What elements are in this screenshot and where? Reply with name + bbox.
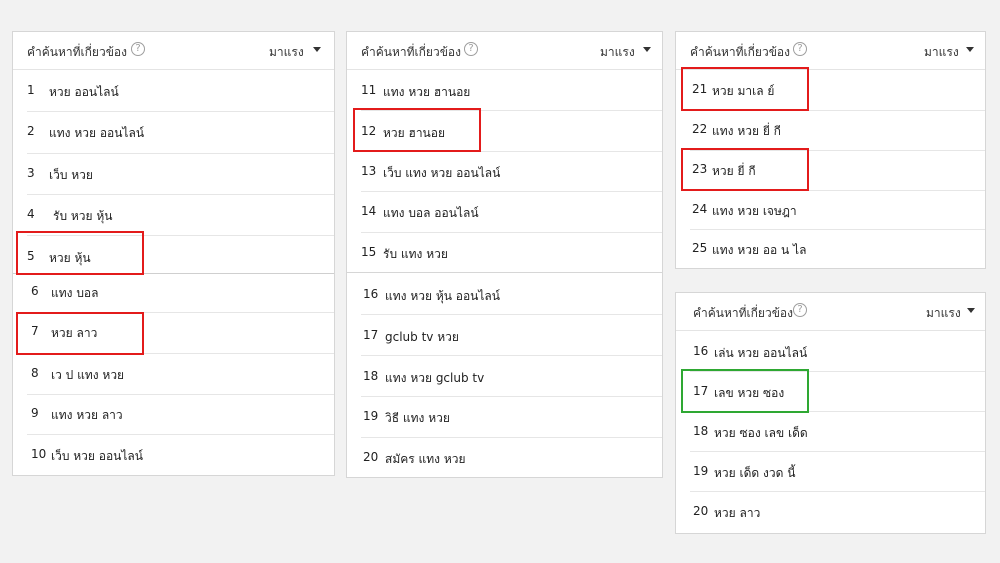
panel-header: คำค้นหาที่เกี่ยวข้อง ? มาแรง — [676, 293, 985, 331]
item-term: แทง หวย ลาว — [51, 408, 123, 422]
item-rank: 18 — [363, 369, 379, 383]
highlight-box-red — [16, 231, 144, 275]
item-term: เว็บ หวย — [49, 168, 93, 182]
item-term: แทง หวย เจษฎา — [712, 204, 797, 218]
item-rank: 19 — [363, 409, 379, 423]
item-term: แทง หวย ฮานอย — [383, 85, 471, 99]
item-term: หวย ออนไลน์ — [49, 85, 119, 99]
item-rank: 17 — [363, 328, 379, 342]
item-rank: 20 — [693, 504, 709, 518]
triangle-down-icon[interactable] — [643, 47, 651, 52]
panel-header: คำค้นหาที่เกี่ยวข้อง ? มาแรง — [676, 32, 985, 70]
triangle-down-icon[interactable] — [313, 47, 321, 52]
divider — [690, 451, 985, 452]
panel-header: คำค้นหาที่เกี่ยวข้อง ? มาแรง — [13, 32, 334, 70]
sort-dropdown-label[interactable]: มาแรง — [924, 43, 959, 62]
item-rank: 18 — [693, 424, 709, 438]
item-rank: 16 — [693, 344, 709, 358]
item-term: แทง หวย ออ น ไล — [712, 243, 807, 257]
highlight-box-red — [16, 312, 144, 355]
related-queries-panel-2: คำค้นหาที่เกี่ยวข้อง ? มาแรง 11 แทง หวย ฮ… — [346, 31, 663, 273]
help-circle-icon[interactable]: ? — [793, 42, 807, 56]
panel-title: คำค้นหาที่เกี่ยวข้อง — [27, 45, 127, 59]
item-rank: 16 — [363, 287, 379, 301]
item-term: เว็บ แทง หวย ออนไลน์ — [383, 166, 501, 180]
divider — [27, 194, 334, 195]
item-term: รับ หวย หุ้น — [53, 209, 113, 223]
divider — [361, 355, 662, 356]
item-rank: 3 — [27, 166, 35, 180]
triangle-down-icon[interactable] — [967, 308, 975, 313]
divider — [361, 232, 662, 233]
divider — [361, 437, 662, 438]
item-term: แทง หวย ออนไลน์ — [49, 126, 145, 140]
sort-dropdown-label[interactable]: มาแรง — [600, 43, 635, 62]
divider — [27, 153, 334, 154]
sort-dropdown-label[interactable]: มาแรง — [926, 304, 961, 323]
item-term: แทง หวย หุ้น ออนไลน์ — [385, 289, 500, 303]
item-term: วิธี แทง หวย — [385, 411, 450, 425]
item-rank: 15 — [361, 245, 377, 259]
item-rank: 4 — [27, 207, 35, 221]
item-rank: 14 — [361, 204, 377, 218]
panel-title: คำค้นหาที่เกี่ยวข้อง — [361, 45, 461, 59]
panel-title: คำค้นหาที่เกี่ยวข้อง — [693, 306, 793, 320]
divider — [27, 394, 334, 395]
item-term: แทง บอล — [51, 286, 99, 300]
divider — [361, 191, 662, 192]
item-term: สมัคร แทง หวย — [385, 452, 466, 466]
related-queries-panel-2-continued: 16 แทง หวย หุ้น ออนไลน์ 17 gclub tv หวย 18… — [346, 272, 663, 478]
item-term: หวย ลาว — [714, 506, 761, 520]
item-term: แทง บอล ออนไลน์ — [383, 206, 479, 220]
panel-title: คำค้นหาที่เกี่ยวข้อง — [690, 45, 790, 59]
item-term: แทง หวย ยี่ กี — [712, 124, 781, 138]
item-rank: 9 — [31, 406, 39, 420]
divider — [361, 396, 662, 397]
divider — [361, 314, 662, 315]
highlight-box-green — [681, 369, 809, 413]
item-term: เล่น หวย ออนไลน์ — [714, 346, 808, 360]
item-rank: 25 — [692, 241, 708, 255]
highlight-box-red — [681, 148, 809, 191]
item-rank: 11 — [361, 83, 377, 97]
help-circle-icon[interactable]: ? — [464, 42, 478, 56]
help-circle-icon[interactable]: ? — [131, 42, 145, 56]
item-term: หวย เด็ด งวด นี้ — [714, 466, 796, 480]
item-rank: 20 — [363, 450, 379, 464]
divider — [27, 111, 334, 112]
item-rank: 13 — [361, 164, 377, 178]
item-rank: 1 — [27, 83, 35, 97]
item-rank: 2 — [27, 124, 35, 138]
divider — [690, 491, 985, 492]
item-term: หวย ซอง เลข เด็ด — [714, 426, 808, 440]
item-rank: 10 — [31, 447, 47, 461]
item-rank: 8 — [31, 366, 39, 380]
panel-header: คำค้นหาที่เกี่ยวข้อง ? มาแรง — [347, 32, 662, 70]
item-term: gclub tv หวย — [385, 330, 459, 344]
sort-dropdown-label[interactable]: มาแรง — [269, 43, 304, 62]
highlight-box-red — [681, 67, 809, 111]
item-rank: 24 — [692, 202, 708, 216]
triangle-down-icon[interactable] — [966, 47, 974, 52]
item-rank: 6 — [31, 284, 39, 298]
divider — [27, 434, 334, 435]
divider — [690, 229, 985, 230]
help-circle-icon[interactable]: ? — [793, 303, 807, 317]
item-term: แทง หวย gclub tv — [385, 371, 485, 385]
item-term: เว ป แทง หวย — [51, 368, 125, 382]
related-queries-panel-4: คำค้นหาที่เกี่ยวข้อง ? มาแรง 16 เล่น หวย … — [675, 292, 986, 534]
item-term: รับ แทง หวย — [383, 247, 448, 261]
item-term: เว็บ หวย ออนไลน์ — [51, 449, 143, 463]
item-rank: 19 — [693, 464, 709, 478]
highlight-box-red — [353, 108, 481, 152]
item-rank: 22 — [692, 122, 708, 136]
